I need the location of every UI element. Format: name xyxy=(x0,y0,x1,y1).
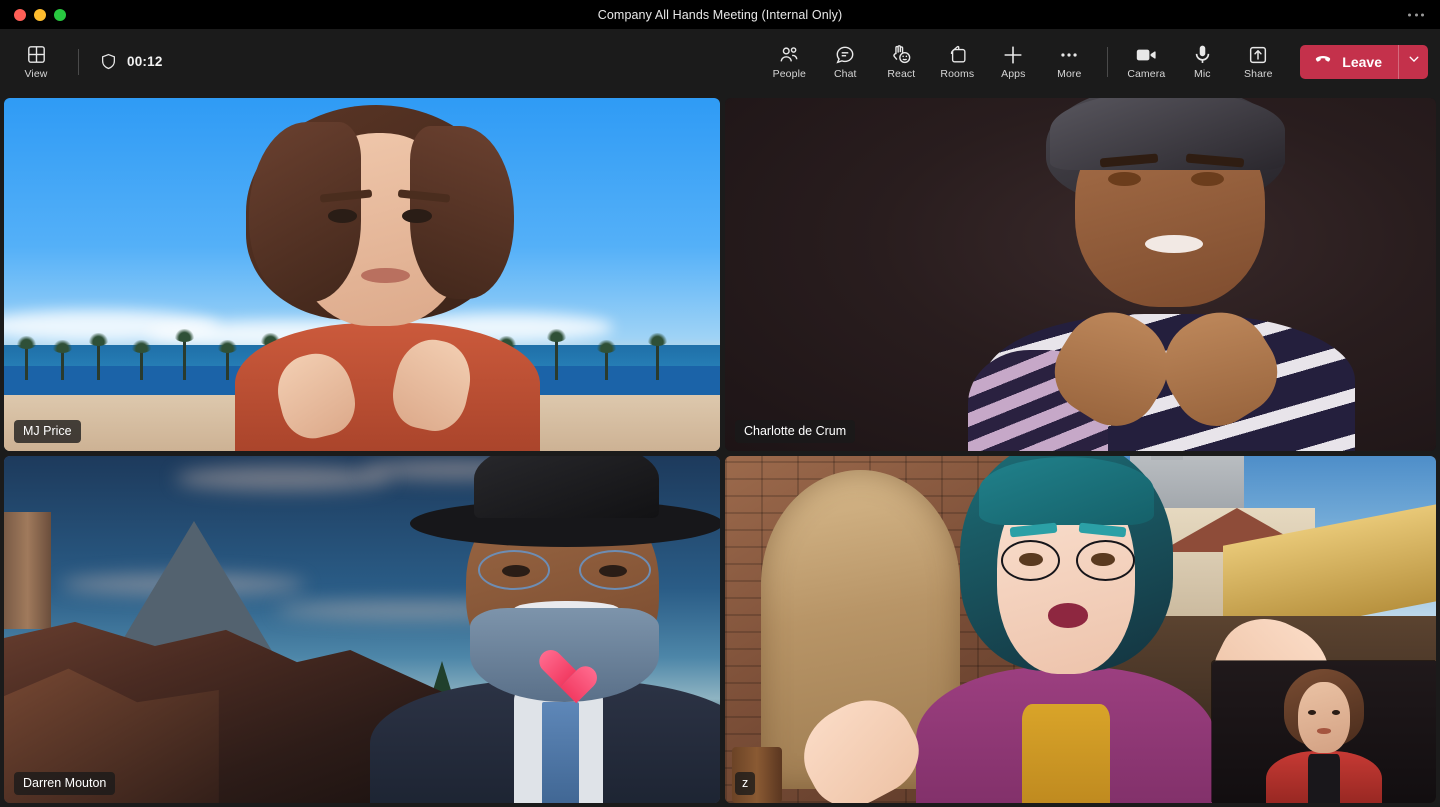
close-window-button[interactable] xyxy=(14,9,26,21)
background-dark-studio xyxy=(725,98,1436,451)
shield-icon xyxy=(99,51,118,73)
cowboy-hat-crown xyxy=(474,456,658,518)
maximize-window-button[interactable] xyxy=(54,9,66,21)
participant-tile-charlotte-de-crum[interactable]: Charlotte de Crum xyxy=(725,98,1436,451)
more-button-label: More xyxy=(1057,68,1081,80)
leave-control-group[interactable]: Leave xyxy=(1300,45,1428,79)
meeting-status-group: 00:12 xyxy=(93,51,169,73)
camera-button-label: Camera xyxy=(1127,68,1165,80)
people-button-label: People xyxy=(773,68,806,80)
video-grid: MJ Price xyxy=(0,94,1440,807)
chat-bubble-icon xyxy=(834,44,856,66)
react-hand-smiley-icon xyxy=(890,44,913,66)
microphone-icon xyxy=(1191,44,1214,66)
view-button-label: View xyxy=(25,68,48,80)
camera-icon xyxy=(1134,44,1158,66)
react-button[interactable]: React xyxy=(873,36,929,88)
background-medieval-village xyxy=(725,456,1436,803)
grid-view-icon xyxy=(26,44,47,66)
avatar-self-view xyxy=(1266,672,1382,803)
chat-button[interactable]: Chat xyxy=(817,36,873,88)
apps-button[interactable]: Apps xyxy=(985,36,1041,88)
meeting-timer: 00:12 xyxy=(127,54,163,69)
camera-button[interactable]: Camera xyxy=(1118,36,1174,88)
avatar-darren-mouton xyxy=(362,456,720,803)
heart-emoji-reaction xyxy=(538,651,582,691)
leave-button[interactable]: Leave xyxy=(1300,45,1398,79)
leave-button-label: Leave xyxy=(1342,54,1382,70)
plus-apps-icon xyxy=(1001,44,1025,66)
title-bar: Company All Hands Meeting (Internal Only… xyxy=(0,0,1440,29)
mic-button[interactable]: Mic xyxy=(1174,36,1230,88)
avatar-mj-price xyxy=(197,105,569,451)
rooms-button[interactable]: Rooms xyxy=(929,36,985,88)
breakout-rooms-icon xyxy=(947,44,968,66)
self-view-pip[interactable] xyxy=(1212,661,1436,803)
people-button[interactable]: People xyxy=(761,36,817,88)
ellipsis-more-icon xyxy=(1058,44,1080,66)
meeting-title: Company All Hands Meeting (Internal Only… xyxy=(0,8,1440,22)
chevron-down-icon xyxy=(1407,52,1421,71)
more-button[interactable]: More xyxy=(1041,36,1097,88)
share-button-label: Share xyxy=(1244,68,1273,80)
bangs xyxy=(979,457,1154,524)
minimize-window-button[interactable] xyxy=(34,9,46,21)
participant-name-label: Darren Mouton xyxy=(14,772,115,795)
avatar-charlotte-de-crum xyxy=(960,98,1372,451)
rooms-button-label: Rooms xyxy=(940,68,974,80)
avatar-z xyxy=(910,456,1223,803)
hang-up-icon xyxy=(1313,49,1333,74)
meeting-toolbar: View 00:12 xyxy=(0,29,1440,94)
background-beach-boardwalk xyxy=(4,98,720,451)
toolbar-divider-1 xyxy=(78,49,79,75)
share-screen-icon xyxy=(1247,44,1269,66)
participant-tile-mj-price[interactable]: MJ Price xyxy=(4,98,720,451)
meeting-window: Company All Hands Meeting (Internal Only… xyxy=(0,0,1440,807)
traffic-light-controls[interactable] xyxy=(0,9,66,21)
participant-tile-darren-mouton[interactable]: Darren Mouton xyxy=(4,456,720,803)
view-button[interactable]: View xyxy=(8,36,64,88)
background-mountain-cliff xyxy=(4,456,720,803)
leave-options-button[interactable] xyxy=(1398,45,1428,79)
people-icon xyxy=(778,44,800,66)
participant-name-label: Charlotte de Crum xyxy=(735,420,855,443)
participant-tile-z[interactable]: z xyxy=(725,456,1436,803)
window-more-options-icon[interactable] xyxy=(1408,13,1424,16)
chat-button-label: Chat xyxy=(834,68,857,80)
participant-name-label: MJ Price xyxy=(14,420,81,443)
mic-button-label: Mic xyxy=(1194,68,1211,80)
apps-button-label: Apps xyxy=(1001,68,1025,80)
toolbar-divider-2 xyxy=(1107,47,1108,77)
react-button-label: React xyxy=(887,68,915,80)
share-button[interactable]: Share xyxy=(1230,36,1286,88)
participant-name-label: z xyxy=(735,772,755,795)
